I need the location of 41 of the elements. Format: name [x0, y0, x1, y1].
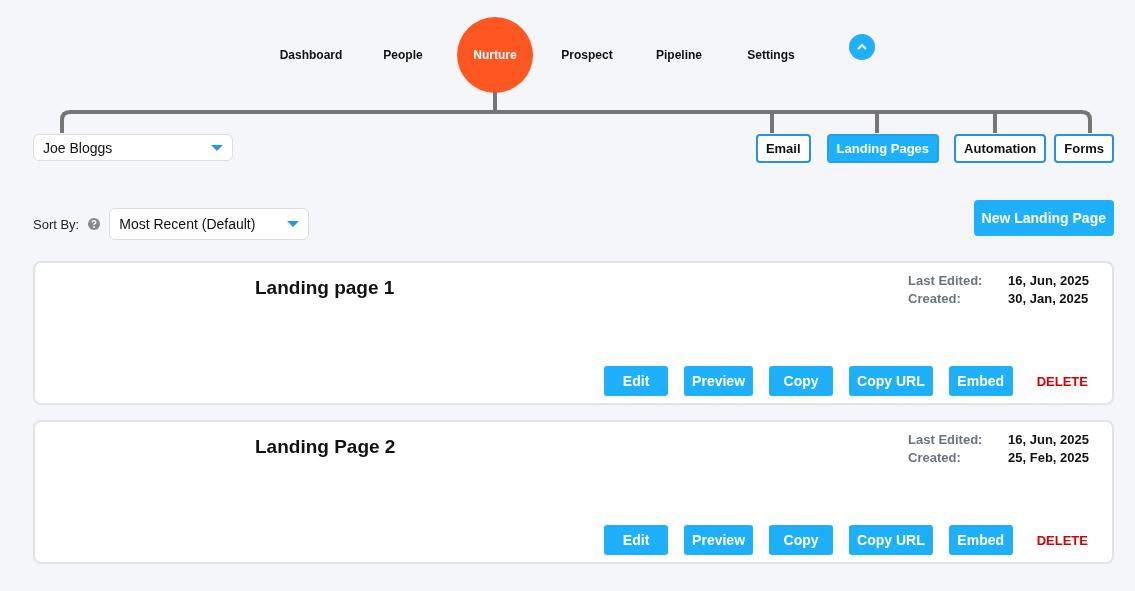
action-button[interactable]: Copy URL: [849, 366, 933, 396]
user-select[interactable]: Joe Bloggs: [33, 134, 233, 161]
page-title: Landing page 1: [255, 277, 395, 300]
nav-tab[interactable]: Nurture: [457, 17, 533, 93]
date-value: 16, Jun, 2025: [1008, 432, 1089, 447]
nav-tab[interactable]: Pipeline: [633, 48, 725, 62]
nav-tab[interactable]: Dashboard: [265, 48, 357, 62]
action-button[interactable]: Preview: [684, 525, 754, 555]
action-button[interactable]: Copy: [769, 525, 834, 555]
sub-tab[interactable]: Automation: [954, 134, 1047, 163]
nav-tab[interactable]: Prospect: [541, 48, 633, 62]
date-label: Created:: [908, 450, 962, 465]
action-button[interactable]: Preview: [684, 366, 754, 396]
dropdown-caret-icon: [287, 221, 300, 227]
sort-select[interactable]: Most Recent (Default): [109, 208, 310, 240]
action-button[interactable]: Copy URL: [849, 525, 933, 555]
date-label: Last Edited:: [908, 273, 984, 288]
date-value: 16, Jun, 2025: [1008, 273, 1089, 288]
nav-tab[interactable]: People: [357, 48, 449, 62]
date-value: 25, Feb, 2025: [1008, 450, 1089, 465]
action-button[interactable]: Embed: [948, 525, 1013, 555]
nav-tab[interactable]: Settings: [725, 48, 817, 62]
action-button[interactable]: Edit: [604, 366, 669, 396]
sub-tab[interactable]: Landing Pages: [826, 134, 940, 163]
help-icon[interactable]: [88, 218, 101, 230]
date-label: Last Edited:: [908, 432, 984, 447]
collapse-button[interactable]: [849, 34, 875, 60]
date-value: 30, Jan, 2025: [1008, 291, 1089, 306]
delete-link[interactable]: DELETE: [1036, 532, 1088, 548]
page-title: Landing Page 2: [255, 436, 396, 459]
delete-link[interactable]: DELETE: [1036, 373, 1088, 389]
sort-label: Sort By:: [33, 216, 80, 232]
sub-tab[interactable]: Email: [755, 134, 811, 163]
new-landing-page-button[interactable]: New Landing Page: [973, 200, 1114, 236]
chevron-up-icon: [856, 43, 868, 51]
sub-tab[interactable]: Forms: [1054, 134, 1114, 163]
action-button[interactable]: Edit: [604, 525, 669, 555]
dropdown-caret-icon: [211, 144, 223, 151]
action-button[interactable]: Embed: [948, 366, 1013, 396]
action-button[interactable]: Copy: [769, 366, 834, 396]
date-label: Created:: [908, 291, 962, 306]
